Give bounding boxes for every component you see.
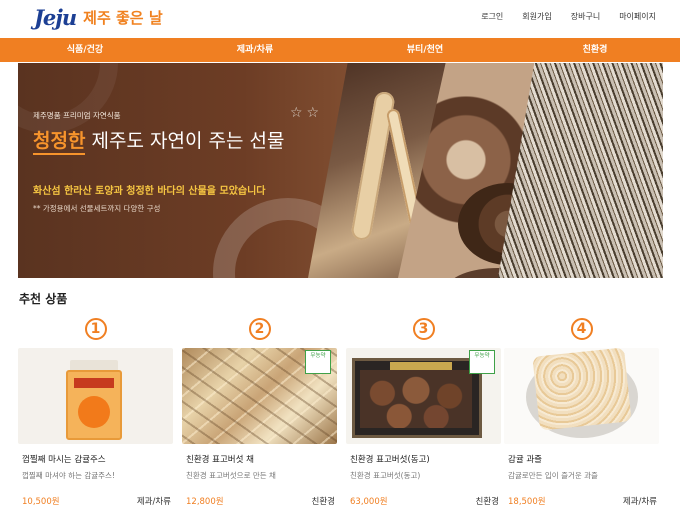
banner-deco-circle [18,63,118,133]
nav-item-snacks[interactable]: 제과/차류 [170,38,340,62]
cart-link[interactable]: 장바구니 [571,11,600,22]
nav-item-food[interactable]: 식품/건강 [0,38,170,62]
product-description: 친환경 표고버섯으로 만든 채 [186,471,276,480]
logo-mark: Jeju [34,5,77,30]
shiitake-image [360,370,472,428]
tangerine-image [78,396,110,428]
site-logo[interactable]: Jeju 제주 좋은 날 [34,5,163,30]
organic-badge: 무농약 [469,350,495,374]
logo-text: 제주 좋은 날 [83,9,163,27]
product-name[interactable]: 친환경 표고버섯(동고) [350,453,430,465]
nav-item-beauty[interactable]: 뷰티/천연 [340,38,510,62]
rice-cracker-image [532,348,632,431]
banner-note: ** 가정용에서 선물세트까지 다양한 구성 [33,204,161,213]
banner-description: 화산섬 한라산 토양과 청정한 바다의 산물을 모았습니다 [33,186,266,197]
main-nav: 식품/건강 제과/차류 뷰티/천연 친환경 [0,38,680,62]
gift-box-label [390,362,452,370]
product-image[interactable] [504,348,659,444]
product-image[interactable]: 무농약 [346,348,501,444]
product-description: 감귤로만든 입이 즐거운 과즐 [508,471,598,480]
product-category: 친환경 [475,497,499,507]
product-category: 제과/차류 [622,497,657,507]
banner-title-rest: 제주도 자연이 주는 선물 [91,130,285,152]
product-price: 18,500원 [508,497,546,507]
rank-badge: 2 [182,314,337,340]
product-image[interactable]: 무농약 [182,348,337,444]
product-name[interactable]: 친환경 표고버섯 채 [186,453,254,465]
section-title: 추천 상품 [19,292,68,306]
product-category: 제과/차류 [136,497,171,507]
product-price: 63,000원 [350,497,388,507]
product-name[interactable]: 껍찔째 마시는 감귤주스 [22,453,106,465]
product-price: 12,800원 [186,497,224,507]
product-description: 껍찔째 마셔야 하는 감귤주스! [22,471,115,480]
top-nav: 로그인 회원가입 장바구니 마이페이지 [481,11,656,22]
nav-item-eco[interactable]: 친환경 [510,38,680,62]
rank-badge: 3 [346,314,501,340]
pouch-label [74,378,114,388]
header: Jeju 제주 좋은 날 로그인 회원가입 장바구니 마이페이지 [0,0,680,37]
banner-subtitle: 제주명품 프리미엄 자연식품 [33,111,121,120]
product-category: 친환경 [311,497,335,507]
mypage-link[interactable]: 마이페이지 [619,11,656,22]
login-link[interactable]: 로그인 [481,11,503,22]
product-image[interactable] [18,348,173,444]
organic-badge: 무농약 [305,350,331,374]
rank-badge: 1 [18,314,173,340]
rank-badge: 4 [504,314,659,340]
star-icon: ☆☆ [290,105,324,121]
product-description: 친환경 표고버섯(동고) [350,471,421,480]
banner-title-highlight: 청정한 [33,130,86,155]
product-name[interactable]: 감귤 과즐 [508,453,542,465]
banner-title: 청정한 제주도 자연이 주는 선물 [33,126,285,155]
hero-banner[interactable]: 제주명품 프리미엄 자연식품 청정한 제주도 자연이 주는 선물 ☆☆ 화산섬 … [18,63,663,278]
signup-link[interactable]: 회원가입 [522,11,551,22]
product-price: 10,500원 [22,497,60,507]
